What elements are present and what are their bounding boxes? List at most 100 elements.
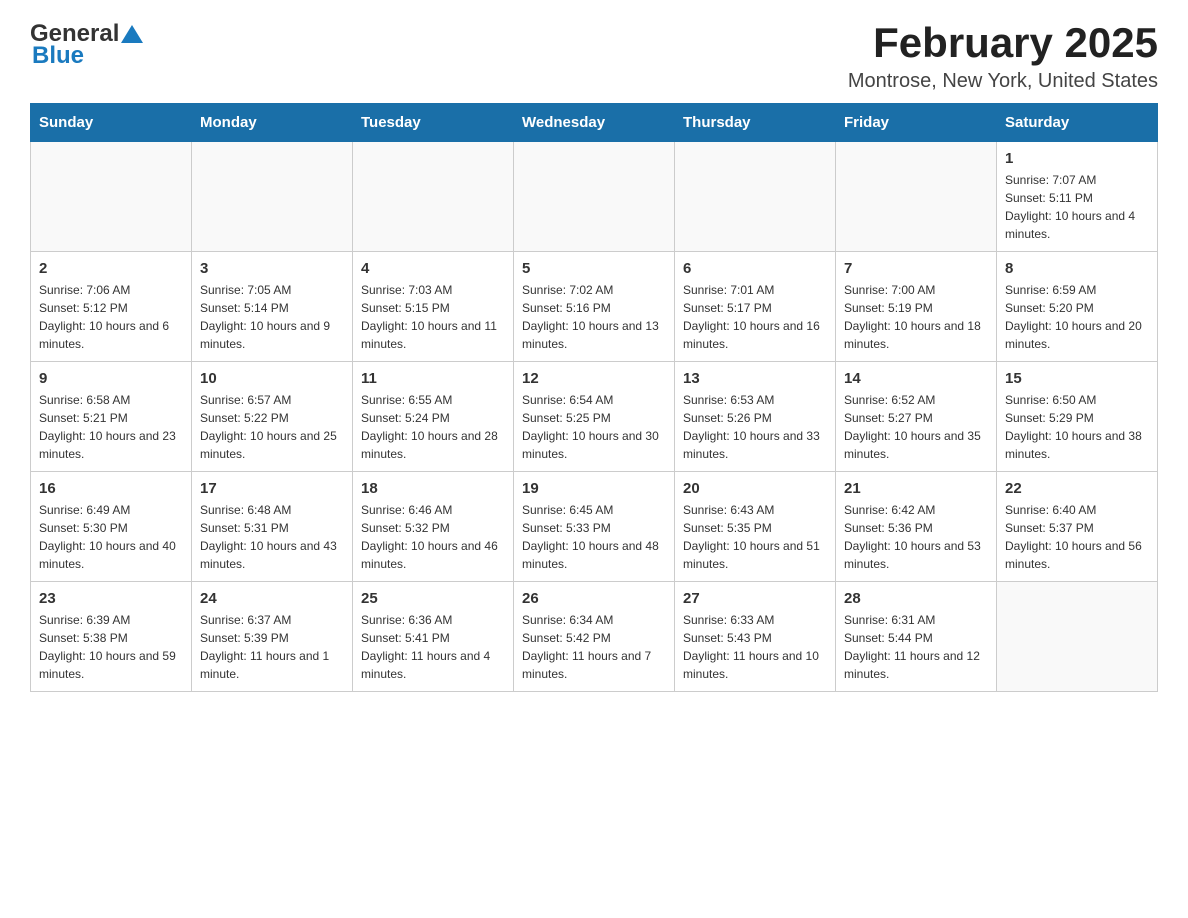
day-number: 27	[683, 590, 827, 607]
calendar-week-row: 23Sunrise: 6:39 AMSunset: 5:38 PMDayligh…	[31, 582, 1158, 692]
day-info: Sunrise: 6:40 AMSunset: 5:37 PMDaylight:…	[1005, 501, 1149, 573]
day-number: 24	[200, 590, 344, 607]
calendar-cell: 20 Sunrise: 6:43 AMSunset: 5:35 PMDayligh…	[675, 472, 836, 582]
calendar-cell: 19 Sunrise: 6:45 AMSunset: 5:33 PMDayligh…	[514, 472, 675, 582]
day-info: Sunrise: 7:07 AMSunset: 5:11 PMDaylight:…	[1005, 171, 1149, 243]
day-number: 19	[522, 480, 666, 497]
calendar-table: SundayMondayTuesdayWednesdayThursdayFrid…	[30, 103, 1158, 692]
day-info: Sunrise: 6:50 AMSunset: 5:29 PMDaylight:…	[1005, 391, 1149, 463]
calendar-cell: 27 Sunrise: 6:33 AMSunset: 5:43 PMDayligh…	[675, 582, 836, 692]
day-number: 13	[683, 370, 827, 387]
day-info: Sunrise: 7:05 AMSunset: 5:14 PMDaylight:…	[200, 281, 344, 353]
day-number: 18	[361, 480, 505, 497]
day-info: Sunrise: 6:33 AMSunset: 5:43 PMDaylight:…	[683, 611, 827, 683]
day-info: Sunrise: 6:57 AMSunset: 5:22 PMDaylight:…	[200, 391, 344, 463]
calendar-cell: 9 Sunrise: 6:58 AMSunset: 5:21 PMDaylight…	[31, 362, 192, 472]
day-info: Sunrise: 7:00 AMSunset: 5:19 PMDaylight:…	[844, 281, 988, 353]
day-number: 8	[1005, 260, 1149, 277]
day-number: 28	[844, 590, 988, 607]
calendar-day-header: Saturday	[997, 104, 1158, 142]
day-info: Sunrise: 6:49 AMSunset: 5:30 PMDaylight:…	[39, 501, 183, 573]
day-info: Sunrise: 6:52 AMSunset: 5:27 PMDaylight:…	[844, 391, 988, 463]
day-info: Sunrise: 6:31 AMSunset: 5:44 PMDaylight:…	[844, 611, 988, 683]
day-info: Sunrise: 6:59 AMSunset: 5:20 PMDaylight:…	[1005, 281, 1149, 353]
calendar-cell	[31, 142, 192, 252]
day-number: 25	[361, 590, 505, 607]
day-info: Sunrise: 6:36 AMSunset: 5:41 PMDaylight:…	[361, 611, 505, 683]
day-number: 22	[1005, 480, 1149, 497]
day-number: 9	[39, 370, 183, 387]
calendar-cell: 4 Sunrise: 7:03 AMSunset: 5:15 PMDaylight…	[353, 252, 514, 362]
calendar-week-row: 9 Sunrise: 6:58 AMSunset: 5:21 PMDaylight…	[31, 362, 1158, 472]
day-number: 16	[39, 480, 183, 497]
day-number: 10	[200, 370, 344, 387]
location: Montrose, New York, United States	[848, 70, 1158, 93]
calendar-cell: 14Sunrise: 6:52 AMSunset: 5:27 PMDayligh…	[836, 362, 997, 472]
calendar-cell: 17 Sunrise: 6:48 AMSunset: 5:31 PMDayligh…	[192, 472, 353, 582]
calendar-day-header: Monday	[192, 104, 353, 142]
day-number: 17	[200, 480, 344, 497]
day-info: Sunrise: 6:43 AMSunset: 5:35 PMDaylight:…	[683, 501, 827, 573]
day-number: 21	[844, 480, 988, 497]
calendar-cell: 22 Sunrise: 6:40 AMSunset: 5:37 PMDayligh…	[997, 472, 1158, 582]
calendar-day-header: Friday	[836, 104, 997, 142]
calendar-cell: 10 Sunrise: 6:57 AMSunset: 5:22 PMDayligh…	[192, 362, 353, 472]
calendar-cell: 24 Sunrise: 6:37 AMSunset: 5:39 PMDayligh…	[192, 582, 353, 692]
day-info: Sunrise: 6:55 AMSunset: 5:24 PMDaylight:…	[361, 391, 505, 463]
calendar-day-header: Thursday	[675, 104, 836, 142]
day-info: Sunrise: 6:48 AMSunset: 5:31 PMDaylight:…	[200, 501, 344, 573]
logo-triangle-icon	[121, 21, 143, 43]
calendar-cell	[353, 142, 514, 252]
day-number: 1	[1005, 150, 1149, 167]
calendar-cell: 7 Sunrise: 7:00 AMSunset: 5:19 PMDaylight…	[836, 252, 997, 362]
logo: General Blue	[30, 20, 143, 70]
calendar-cell: 1 Sunrise: 7:07 AMSunset: 5:11 PMDaylight…	[997, 142, 1158, 252]
calendar-week-row: 16 Sunrise: 6:49 AMSunset: 5:30 PMDayligh…	[31, 472, 1158, 582]
calendar-week-row: 2 Sunrise: 7:06 AMSunset: 5:12 PMDaylight…	[31, 252, 1158, 362]
calendar-cell: 2 Sunrise: 7:06 AMSunset: 5:12 PMDaylight…	[31, 252, 192, 362]
calendar-cell: 23Sunrise: 6:39 AMSunset: 5:38 PMDayligh…	[31, 582, 192, 692]
calendar-cell: 16 Sunrise: 6:49 AMSunset: 5:30 PMDayligh…	[31, 472, 192, 582]
calendar-cell: 26Sunrise: 6:34 AMSunset: 5:42 PMDayligh…	[514, 582, 675, 692]
day-info: Sunrise: 6:45 AMSunset: 5:33 PMDaylight:…	[522, 501, 666, 573]
calendar-cell: 18 Sunrise: 6:46 AMSunset: 5:32 PMDayligh…	[353, 472, 514, 582]
day-number: 23	[39, 590, 183, 607]
day-number: 20	[683, 480, 827, 497]
day-info: Sunrise: 6:54 AMSunset: 5:25 PMDaylight:…	[522, 391, 666, 463]
calendar-week-row: 1 Sunrise: 7:07 AMSunset: 5:11 PMDaylight…	[31, 142, 1158, 252]
calendar-cell	[997, 582, 1158, 692]
day-number: 4	[361, 260, 505, 277]
day-number: 12	[522, 370, 666, 387]
calendar-day-header: Wednesday	[514, 104, 675, 142]
calendar-cell: 12 Sunrise: 6:54 AMSunset: 5:25 PMDayligh…	[514, 362, 675, 472]
calendar-cell: 11 Sunrise: 6:55 AMSunset: 5:24 PMDayligh…	[353, 362, 514, 472]
day-number: 2	[39, 260, 183, 277]
month-title: February 2025	[848, 20, 1158, 66]
calendar-header-row: SundayMondayTuesdayWednesdayThursdayFrid…	[31, 104, 1158, 142]
calendar-cell: 25 Sunrise: 6:36 AMSunset: 5:41 PMDayligh…	[353, 582, 514, 692]
calendar-cell	[192, 142, 353, 252]
day-info: Sunrise: 6:53 AMSunset: 5:26 PMDaylight:…	[683, 391, 827, 463]
day-info: Sunrise: 7:03 AMSunset: 5:15 PMDaylight:…	[361, 281, 505, 353]
calendar-cell: 5Sunrise: 7:02 AMSunset: 5:16 PMDaylight…	[514, 252, 675, 362]
day-info: Sunrise: 6:34 AMSunset: 5:42 PMDaylight:…	[522, 611, 666, 683]
day-info: Sunrise: 6:58 AMSunset: 5:21 PMDaylight:…	[39, 391, 183, 463]
day-info: Sunrise: 7:01 AMSunset: 5:17 PMDaylight:…	[683, 281, 827, 353]
calendar-cell: 6 Sunrise: 7:01 AMSunset: 5:17 PMDaylight…	[675, 252, 836, 362]
logo-blue-text: Blue	[32, 42, 84, 70]
calendar-cell: 21 Sunrise: 6:42 AMSunset: 5:36 PMDayligh…	[836, 472, 997, 582]
calendar-cell	[514, 142, 675, 252]
day-info: Sunrise: 6:42 AMSunset: 5:36 PMDaylight:…	[844, 501, 988, 573]
day-info: Sunrise: 6:37 AMSunset: 5:39 PMDaylight:…	[200, 611, 344, 683]
calendar-day-header: Tuesday	[353, 104, 514, 142]
day-info: Sunrise: 6:46 AMSunset: 5:32 PMDaylight:…	[361, 501, 505, 573]
calendar-cell	[836, 142, 997, 252]
day-info: Sunrise: 7:06 AMSunset: 5:12 PMDaylight:…	[39, 281, 183, 353]
day-number: 6	[683, 260, 827, 277]
calendar-day-header: Sunday	[31, 104, 192, 142]
calendar-cell	[675, 142, 836, 252]
day-number: 11	[361, 370, 505, 387]
day-number: 7	[844, 260, 988, 277]
calendar-cell: 15Sunrise: 6:50 AMSunset: 5:29 PMDayligh…	[997, 362, 1158, 472]
calendar-cell: 3Sunrise: 7:05 AMSunset: 5:14 PMDaylight…	[192, 252, 353, 362]
